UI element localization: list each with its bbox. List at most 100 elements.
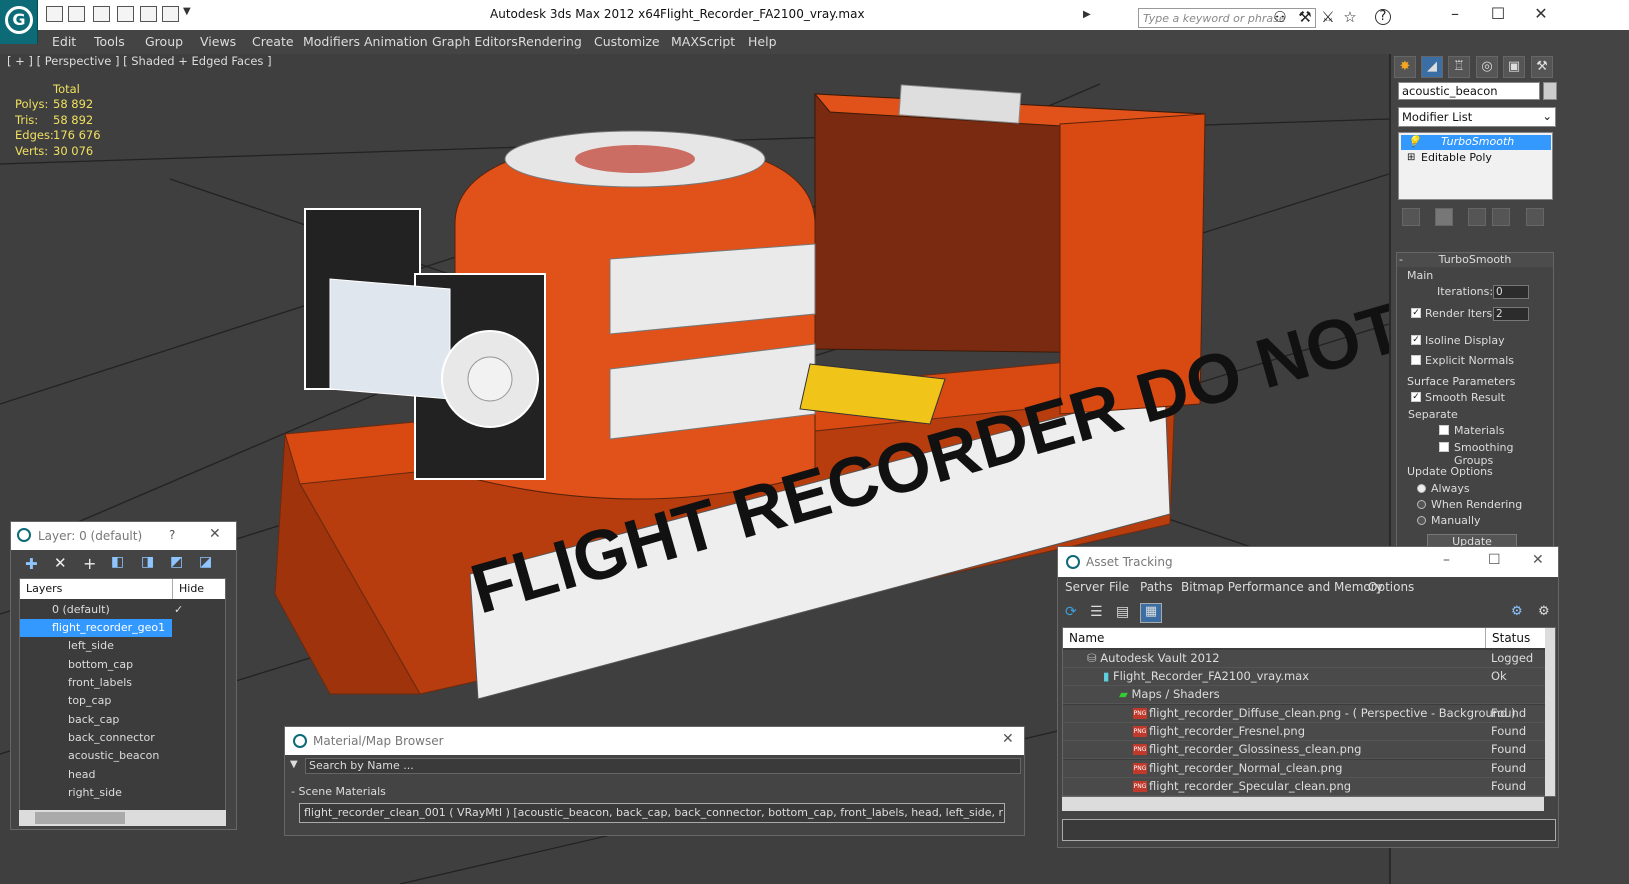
delete-layer-icon[interactable]: ✕ xyxy=(54,554,67,572)
modify-tab-icon[interactable]: ◢ xyxy=(1421,56,1443,78)
expand-arrow-icon[interactable]: ▶ xyxy=(1083,9,1091,20)
menu-group[interactable]: Group xyxy=(145,34,183,49)
dropdown-icon[interactable]: ▼ xyxy=(183,6,191,17)
table-view-icon[interactable]: ▦ xyxy=(1140,603,1162,623)
menu-paths[interactable]: Paths xyxy=(1140,580,1173,594)
layer-row-selected[interactable]: flight_recorder_geo1 xyxy=(20,619,172,637)
smooth-result-checkbox[interactable]: ✓ xyxy=(1411,392,1421,402)
menu-tools[interactable]: Tools xyxy=(94,34,125,49)
menu-views[interactable]: Views xyxy=(200,34,236,49)
layer-row[interactable]: back_cap xyxy=(20,711,225,729)
menu-bitmap-performance[interactable]: Bitmap Performance and Memory xyxy=(1181,580,1383,594)
lightbulb-icon[interactable]: 💡 xyxy=(1407,135,1421,149)
isoline-display-checkbox[interactable]: ✓ xyxy=(1411,335,1421,345)
menu-edit[interactable]: Edit xyxy=(52,34,76,49)
expand-plus-icon[interactable]: ⊞ xyxy=(1407,151,1415,165)
menu-server[interactable]: Server xyxy=(1065,580,1104,594)
iterations-spinner[interactable]: 0 xyxy=(1493,285,1529,299)
minimize-button[interactable]: – xyxy=(1435,4,1475,26)
create-layer-icon[interactable]: ✚ xyxy=(25,555,38,573)
undo-icon[interactable] xyxy=(140,6,157,22)
thumbnail-view-icon[interactable]: ▤ xyxy=(1116,604,1129,620)
favorites-star-icon[interactable]: ☆ xyxy=(1340,8,1360,26)
display-tab-icon[interactable]: ▣ xyxy=(1503,56,1525,78)
menu-rendering[interactable]: Rendering xyxy=(518,34,582,49)
object-name-field[interactable]: acoustic_beacon xyxy=(1398,82,1540,100)
create-tab-icon[interactable]: ✸ xyxy=(1394,56,1416,78)
layer-row[interactable]: acoustic_beacon xyxy=(20,747,225,765)
smoothing-groups-checkbox[interactable] xyxy=(1439,442,1449,452)
menu-help[interactable]: Help xyxy=(748,34,777,49)
configure-modifier-sets-icon[interactable] xyxy=(1526,208,1544,226)
layer-row[interactable]: 0 (default) ✓ xyxy=(20,601,225,619)
close-button[interactable]: ✕ xyxy=(1521,4,1561,26)
menu-animation[interactable]: Animation xyxy=(364,34,428,49)
menu-maxscript[interactable]: MAXScript xyxy=(671,34,735,49)
scrollbar-thumb[interactable] xyxy=(35,812,125,824)
hold-icon[interactable] xyxy=(117,6,134,22)
table-row[interactable]: PNG flight_recorder_Glossiness_clean.png F… xyxy=(1063,741,1545,759)
subscription-icon[interactable]: ⚒ xyxy=(1295,8,1315,26)
scene-materials-header[interactable]: - Scene Materials xyxy=(291,785,386,798)
minimize-button[interactable]: – xyxy=(1443,552,1450,568)
freeze-all-icon[interactable]: ◪ xyxy=(199,554,212,570)
layer-row[interactable]: bottom_cap xyxy=(20,656,225,674)
binoculars-icon[interactable]: ⚇ xyxy=(1270,8,1290,26)
close-icon[interactable]: ✕ xyxy=(1002,731,1014,747)
collapse-icon[interactable]: - xyxy=(1399,253,1403,266)
menu-modifiers[interactable]: Modifiers xyxy=(303,34,360,49)
new-icon[interactable] xyxy=(93,6,110,22)
hierarchy-tab-icon[interactable]: ♖ xyxy=(1448,56,1470,78)
menu-file[interactable]: File xyxy=(1109,580,1129,594)
stack-item-turbosmooth[interactable]: 💡 TurboSmooth xyxy=(1401,135,1551,150)
settings-icon[interactable]: ⚙ xyxy=(1538,604,1550,619)
list-view-icon[interactable]: ☰ xyxy=(1090,604,1103,620)
always-radio[interactable] xyxy=(1417,484,1426,493)
vertical-scrollbar[interactable] xyxy=(1545,628,1555,796)
name-column-header[interactable]: Name xyxy=(1063,628,1485,648)
material-search-input[interactable]: Search by Name ... xyxy=(305,758,1021,774)
communication-icon[interactable]: ⚔ xyxy=(1318,8,1338,26)
menu-options[interactable]: Options xyxy=(1368,580,1414,594)
show-end-result-icon[interactable] xyxy=(1435,208,1453,226)
close-icon[interactable]: ✕ xyxy=(1532,552,1544,568)
app-logo[interactable]: G xyxy=(0,0,38,44)
add-to-layer-icon[interactable]: + xyxy=(83,554,96,573)
table-row[interactable]: ▮ Flight_Recorder_FA2100_vray.max Ok xyxy=(1063,668,1545,686)
make-unique-icon[interactable] xyxy=(1468,208,1486,226)
modifier-list-dropdown[interactable]: Modifier List ⌄ xyxy=(1398,107,1556,127)
vault-help-icon[interactable]: ⚙ xyxy=(1511,604,1523,619)
refresh-icon[interactable]: ⟳ xyxy=(1065,604,1077,620)
horizontal-scrollbar[interactable] xyxy=(1062,797,1544,811)
horizontal-scrollbar[interactable] xyxy=(19,810,226,826)
layer-row[interactable]: head xyxy=(20,766,225,784)
open-icon[interactable] xyxy=(46,6,63,22)
materials-checkbox[interactable] xyxy=(1439,425,1449,435)
layer-row[interactable]: front_labels xyxy=(20,674,225,692)
select-objects-icon[interactable]: ◧ xyxy=(111,554,124,570)
remove-modifier-icon[interactable] xyxy=(1492,208,1510,226)
highlight-layer-icon[interactable]: ◨ xyxy=(141,554,154,570)
help-icon[interactable]: ? xyxy=(1375,9,1391,25)
stack-item-editable-poly[interactable]: ⊞ Editable Poly xyxy=(1401,151,1551,166)
maximize-button[interactable]: ☐ xyxy=(1488,552,1501,568)
rollout-title[interactable]: TurboSmooth xyxy=(1397,253,1553,267)
viewport-label[interactable]: [ + ] [ Perspective ] [ Shaded + Edged F… xyxy=(7,54,272,68)
table-row[interactable]: ⛁ Autodesk Vault 2012Logged O xyxy=(1063,650,1545,682)
close-icon[interactable]: ✕ xyxy=(209,526,221,542)
table-row[interactable]: PNG flight_recorder_Diffuse_clean.png - (… xyxy=(1063,705,1545,723)
hide-all-icon[interactable]: ◩ xyxy=(170,554,183,570)
object-color-swatch[interactable] xyxy=(1543,82,1557,100)
save-icon[interactable] xyxy=(68,6,85,22)
menu-graph-editors[interactable]: Graph Editors xyxy=(432,34,518,49)
asset-path-field[interactable] xyxy=(1062,819,1556,841)
pin-stack-icon[interactable] xyxy=(1402,208,1420,226)
help-icon[interactable]: ? xyxy=(169,528,175,542)
hide-column-header[interactable]: Hide xyxy=(172,579,225,599)
when-rendering-radio[interactable] xyxy=(1417,500,1426,509)
table-row[interactable]: PNG flight_recorder_Normal_clean.png Found xyxy=(1063,760,1545,778)
manually-radio[interactable] xyxy=(1417,516,1426,525)
render-iters-checkbox[interactable]: ✓ xyxy=(1411,308,1421,318)
material-item[interactable]: flight_recorder_clean_001 ( VRayMtl ) [a… xyxy=(299,803,1005,823)
render-iters-spinner[interactable]: 2 xyxy=(1493,307,1529,321)
